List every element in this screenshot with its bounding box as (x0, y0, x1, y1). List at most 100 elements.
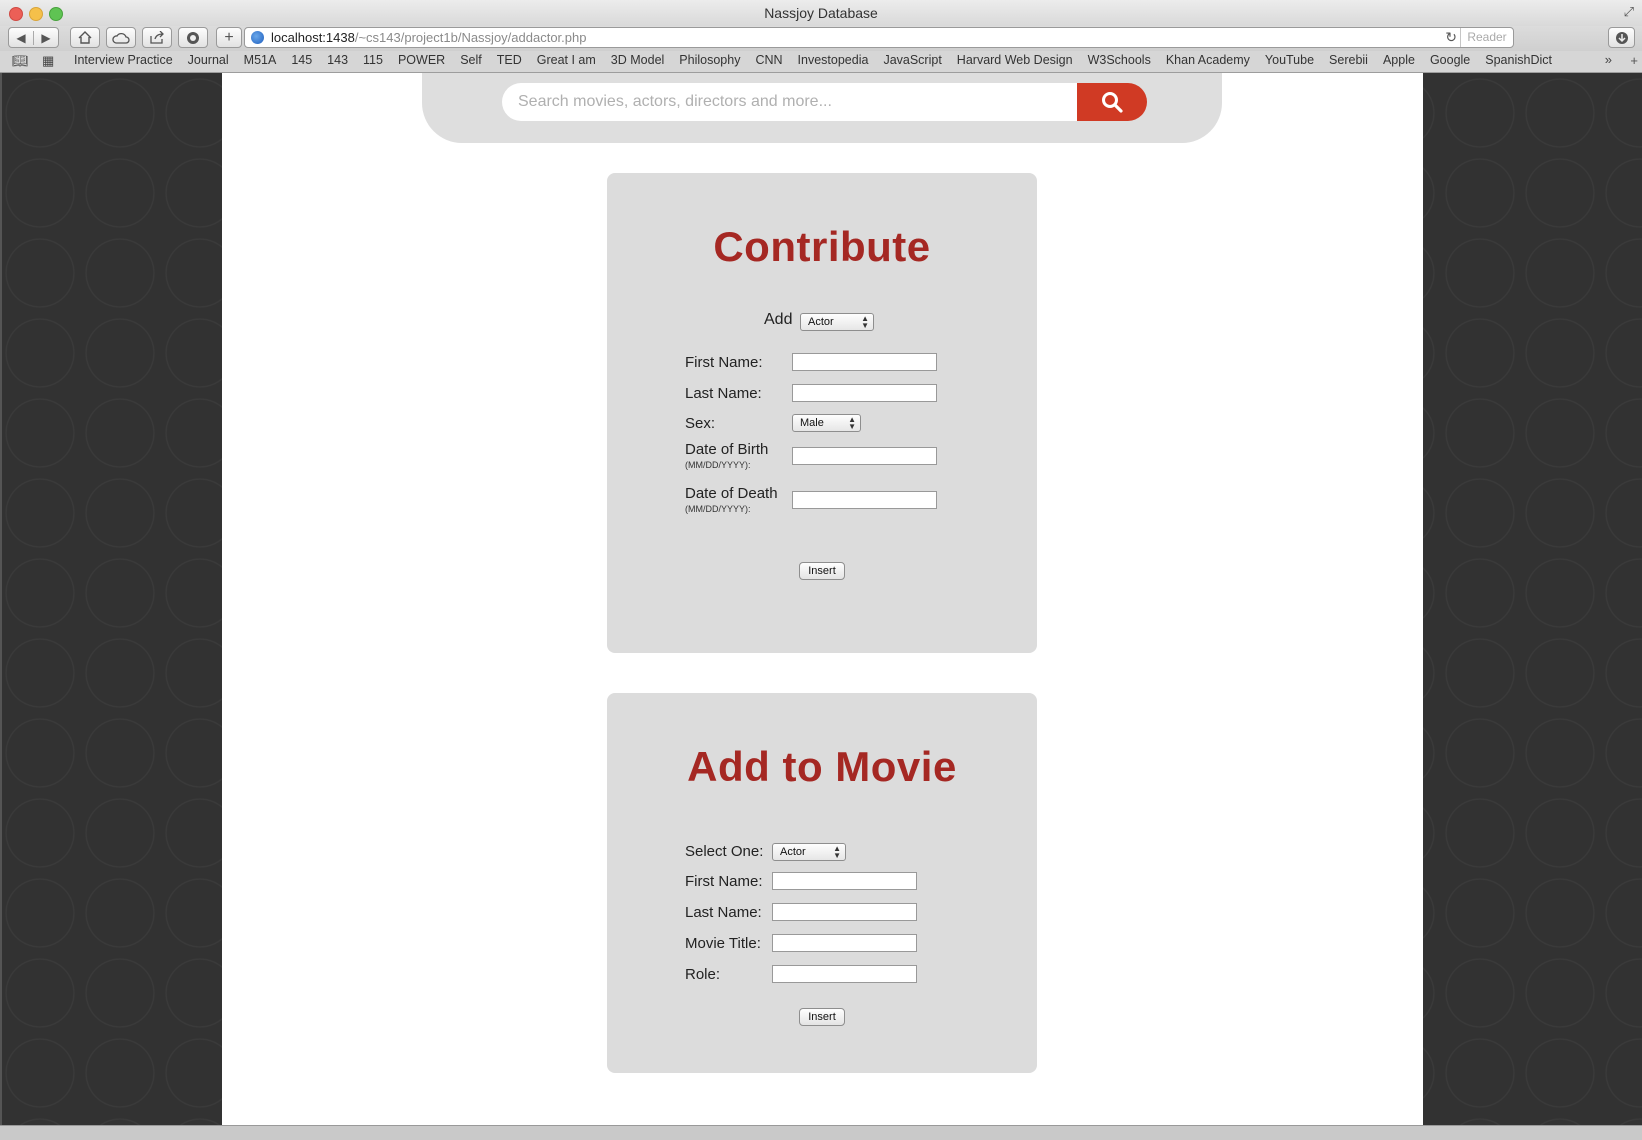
bookmark-item[interactable]: Interview Practice (74, 53, 173, 67)
contribute-title: Contribute (713, 223, 931, 270)
url-host: localhost:1438 (271, 30, 355, 45)
back-arrow-icon[interactable]: ◀ (9, 30, 34, 45)
dob-label: Date of Birth (MM/DD/YYYY): (685, 441, 768, 470)
role-input[interactable] (772, 965, 917, 983)
bookmark-item[interactable]: JavaScript (883, 53, 941, 67)
add-label: Add (764, 311, 793, 328)
window-titlebar: Nassjoy Database ⤢ (0, 0, 1642, 26)
search-button[interactable] (1077, 83, 1147, 121)
status-bar (0, 1125, 1642, 1140)
bookmark-item[interactable]: Self (460, 53, 482, 67)
insert-actor-button[interactable]: Insert (799, 562, 845, 580)
movie-first-name-label: First Name: (685, 873, 763, 890)
dod-label-text: Date of Death (685, 485, 778, 502)
bookmark-item[interactable]: Apple (1383, 53, 1415, 67)
bookmark-item[interactable]: Khan Academy (1166, 53, 1250, 67)
add-type-select[interactable]: Actor ▲ ▼ (800, 313, 874, 331)
ghostery-icon (187, 31, 199, 44)
dob-label-text: Date of Birth (685, 441, 769, 458)
window-title: Nassjoy Database (764, 5, 878, 21)
extension-button[interactable] (178, 27, 208, 48)
bookmark-item[interactable]: Serebii (1329, 53, 1368, 67)
movie-last-name-input[interactable] (772, 903, 917, 921)
bookmark-item[interactable]: Great I am (537, 53, 596, 67)
bookmark-item[interactable]: Google (1430, 53, 1470, 67)
fullscreen-icon[interactable]: ⤢ (1624, 4, 1634, 20)
add-bookmark-icon[interactable]: + (1630, 53, 1638, 68)
top-sites-icon[interactable]: ▦ (42, 53, 54, 69)
role-label: Role: (685, 966, 721, 983)
bookmark-item[interactable]: TED (497, 53, 522, 67)
more-bookmarks-icon[interactable]: » (1605, 52, 1612, 67)
address-bar[interactable]: localhost:1438/~cs143/project1b/Nassjoy/… (244, 27, 1514, 48)
bookmark-item[interactable]: Investopedia (798, 53, 869, 67)
movie-title-input[interactable] (772, 934, 917, 952)
share-button[interactable] (142, 27, 172, 48)
select-arrows-icon: ▲ ▼ (848, 415, 856, 431)
insert-movie-role-button[interactable]: Insert (799, 1008, 845, 1026)
sex-value: Male (800, 417, 824, 429)
url-path: /~cs143/project1b/Nassjoy/addactor.php (354, 30, 587, 45)
reader-button[interactable]: Reader (1460, 28, 1513, 47)
icloud-tabs-button[interactable] (106, 27, 136, 48)
dob-input[interactable] (792, 447, 937, 465)
select-arrows-icon: ▲ ▼ (833, 844, 841, 860)
page-content: Contribute Add Actor ▲▼ First Name: Last … (222, 73, 1423, 1125)
home-icon (78, 31, 92, 44)
dod-label: Date of Death (MM/DD/YYYY): (685, 485, 778, 514)
last-name-input[interactable] (792, 384, 937, 402)
home-button[interactable] (70, 27, 100, 48)
sex-label: Sex: (685, 415, 716, 432)
bookmark-item[interactable]: Harvard Web Design (957, 53, 1073, 67)
movie-title-label: Movie Title: (685, 935, 761, 952)
bookmark-item[interactable]: 145 (291, 53, 312, 67)
bookmark-item[interactable]: W3Schools (1088, 53, 1151, 67)
browser-toolbar: ◀ ▶ + localhost:1438/~cs143/project1b/Na… (0, 26, 1642, 51)
add-type-value: Actor (808, 316, 834, 328)
bookmark-item[interactable]: M51A (244, 53, 277, 67)
bookmark-item[interactable]: 115 (363, 53, 383, 67)
first-name-label: First Name: (685, 354, 763, 371)
bookmark-item[interactable]: CNN (755, 53, 782, 67)
share-icon (150, 31, 164, 44)
dod-input[interactable] (792, 491, 937, 509)
globe-icon (251, 31, 264, 44)
dod-format-hint: (MM/DD/YYYY): (685, 504, 751, 514)
add-to-movie-card: Add to Movie Select One: Actor ▲ ▼ First N… (607, 693, 1037, 1073)
select-one-label: Select One: (685, 843, 764, 860)
downloads-button[interactable] (1608, 27, 1635, 48)
reload-icon[interactable]: ↻ (1445, 29, 1457, 46)
first-name-input[interactable] (792, 353, 937, 371)
bookmark-item[interactable]: Philosophy (679, 53, 740, 67)
plus-icon: + (224, 28, 234, 46)
cloud-icon (112, 32, 130, 44)
download-icon (1615, 31, 1628, 44)
bookmark-item[interactable]: POWER (398, 53, 445, 67)
contribute-card: Contribute Add Actor ▲ ▼ First Name: Last … (607, 173, 1037, 653)
nav-buttons: ◀ ▶ (8, 27, 59, 48)
bookmarks-bar: 📖︎ ▦ Interview Practice Journal M51A 145 143… (0, 51, 1642, 73)
select-arrows-icon: ▲ ▼ (861, 314, 869, 330)
window-edge (0, 73, 2, 1125)
bookmark-item[interactable]: 143 (327, 53, 348, 67)
bookmark-item[interactable]: YouTube (1265, 53, 1314, 67)
page-viewport: Contribute Add Actor ▲▼ First Name: Last … (0, 73, 1642, 1125)
dob-format-hint: (MM/DD/YYYY): (685, 460, 751, 470)
new-tab-button[interactable]: + (216, 27, 242, 48)
bookmark-list: Interview Practice Journal M51A 145 143 115 PO… (74, 53, 1552, 67)
forward-arrow-icon[interactable]: ▶ (34, 31, 58, 45)
add-to-movie-title: Add to Movie (687, 743, 957, 790)
bookmark-item[interactable]: SpanishDict (1485, 53, 1552, 67)
search-bar-container (422, 73, 1222, 143)
search-icon (1102, 92, 1123, 113)
role-type-value: Actor (780, 846, 806, 858)
search-input[interactable] (502, 83, 1077, 121)
role-type-select[interactable]: Actor ▲ ▼ (772, 843, 846, 861)
last-name-label: Last Name: (685, 385, 762, 402)
sex-select[interactable]: Male ▲ ▼ (792, 414, 861, 432)
reading-list-icon[interactable]: 📖︎ (12, 53, 29, 69)
movie-first-name-input[interactable] (772, 872, 917, 890)
movie-last-name-label: Last Name: (685, 904, 762, 921)
bookmark-item[interactable]: Journal (188, 53, 229, 67)
bookmark-item[interactable]: 3D Model (611, 53, 665, 67)
